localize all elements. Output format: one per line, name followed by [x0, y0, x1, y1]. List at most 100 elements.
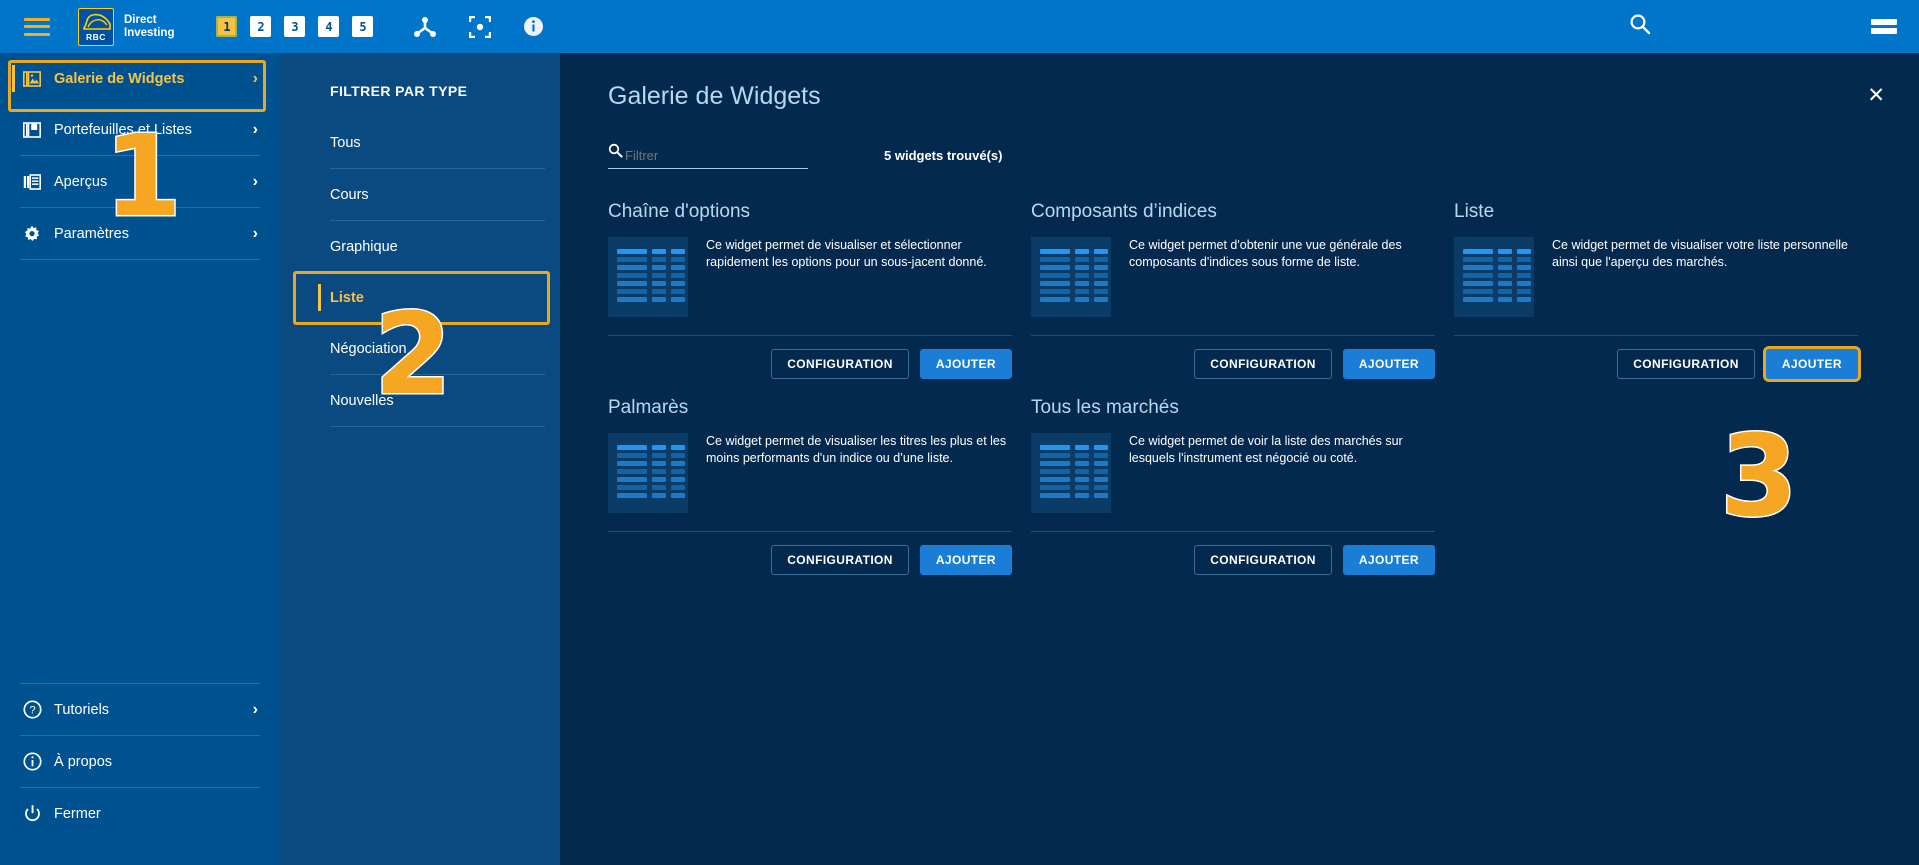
widget-card-description: Ce widget permet de visualiser les titre… — [706, 433, 1012, 513]
configure-button[interactable]: CONFIGURATION — [1194, 349, 1332, 379]
info-circle-icon — [20, 752, 44, 771]
sidebar-item-label: Aperçus — [54, 174, 107, 190]
widget-card-title: Composants d’indices — [1031, 201, 1435, 223]
widget-card-body: Ce widget permet de visualiser votre lis… — [1454, 237, 1858, 317]
filter-search-box[interactable] — [608, 141, 808, 169]
top-bar-right — [1629, 13, 1919, 40]
filter-item-label: Nouvelles — [330, 393, 394, 409]
widget-card-actions: CONFIGURATION AJOUTER — [1031, 531, 1435, 575]
focus-target-icon[interactable] — [469, 16, 491, 38]
add-button[interactable]: AJOUTER — [920, 545, 1012, 575]
widget-card-grid: Chaîne d'options Ce widget permet de vis… — [608, 201, 1878, 593]
search-icon[interactable] — [1629, 13, 1651, 40]
widget-card: Chaîne d'options Ce widget permet de vis… — [608, 201, 1012, 379]
chevron-right-icon: › — [253, 701, 258, 719]
list-table-thumbnail — [608, 433, 688, 513]
filter-item-label: Négociation — [330, 341, 407, 357]
configure-button[interactable]: CONFIGURATION — [771, 349, 909, 379]
filter-item-graphique[interactable]: Graphique — [280, 221, 560, 272]
sidebar-item-portefeuilles-et-listes[interactable]: Portefeuilles et Listes › — [0, 104, 280, 155]
selection-bar — [12, 65, 15, 92]
widget-card-title: Liste — [1454, 201, 1858, 223]
hamburger-bar — [24, 25, 50, 28]
widget-card-actions: CONFIGURATION AJOUTER — [608, 531, 1012, 575]
sidebar-item-apercus[interactable]: Aperçus › — [0, 156, 280, 207]
widget-card-description: Ce widget permet de voir la liste des ma… — [1129, 433, 1435, 513]
add-button[interactable]: AJOUTER — [1343, 349, 1435, 379]
add-button[interactable]: AJOUTER — [920, 349, 1012, 379]
filter-item-nouvelles[interactable]: Nouvelles — [280, 375, 560, 426]
widget-card: Liste Ce widget permet de visualiser vot… — [1454, 201, 1858, 379]
search-input[interactable] — [608, 141, 808, 169]
top-bar: RBC Direct Investing 1 2 3 4 5 — [0, 0, 1919, 53]
add-button[interactable]: AJOUTER — [1343, 545, 1435, 575]
hamburger-bar — [24, 18, 50, 21]
rbc-lion-icon — [82, 12, 112, 32]
widget-card-description: Ce widget permet de visualiser et sélect… — [706, 237, 1012, 317]
search-icon — [608, 143, 623, 163]
portfolio-book-icon — [20, 122, 44, 138]
widget-card-body: Ce widget permet d'obtenir une vue génér… — [1031, 237, 1435, 317]
configure-button[interactable]: CONFIGURATION — [1617, 349, 1755, 379]
brand-line-2: Investing — [124, 27, 174, 40]
gallery-image-icon — [20, 71, 44, 87]
configure-button[interactable]: CONFIGURATION — [1194, 545, 1332, 575]
brand-line-1: Direct — [124, 14, 174, 27]
sidebar-divider — [20, 259, 260, 260]
list-table-thumbnail — [1031, 433, 1111, 513]
results-count: 5 widgets trouvé(s) — [884, 148, 1002, 163]
search-row: 5 widgets trouvé(s) — [608, 141, 1002, 169]
sidebar-item-fermer[interactable]: Fermer — [0, 788, 280, 839]
search-underline — [608, 168, 808, 169]
app-root: RBC Direct Investing 1 2 3 4 5 — [0, 0, 1919, 865]
filter-item-tous[interactable]: Tous — [280, 117, 560, 168]
widget-card: Palmarès Ce widget permet de visualiser … — [608, 397, 1012, 575]
list-table-thumbnail — [1454, 237, 1534, 317]
filter-item-label: Tous — [330, 135, 361, 151]
filter-panel-title: FILTRER PAR TYPE — [280, 53, 560, 99]
workspace-tab-2[interactable]: 2 — [250, 16, 271, 37]
workspace-tab-4[interactable]: 4 — [318, 16, 339, 37]
configure-button[interactable]: CONFIGURATION — [771, 545, 909, 575]
workspace-tab-5[interactable]: 5 — [352, 16, 373, 37]
filter-item-label: Liste — [330, 290, 364, 306]
filter-panel: FILTRER PAR TYPE Tous Cours Graphique Li… — [280, 53, 560, 865]
overview-list-icon — [20, 174, 44, 190]
widget-card-body: Ce widget permet de visualiser les titre… — [608, 433, 1012, 513]
filter-item-cours[interactable]: Cours — [280, 169, 560, 220]
selection-bar — [318, 284, 321, 311]
info-circle-icon[interactable] — [523, 16, 544, 37]
question-circle-icon: ? — [20, 700, 44, 719]
equal-bar — [1871, 19, 1897, 25]
list-table-thumbnail — [1031, 237, 1111, 317]
link-network-icon[interactable] — [413, 16, 437, 38]
left-sidebar: Galerie de Widgets › Portefeuilles et Li… — [0, 53, 280, 865]
widget-card-title: Palmarès — [608, 397, 1012, 419]
filter-item-liste[interactable]: Liste — [280, 272, 560, 323]
filter-item-negociation[interactable]: Négociation — [280, 323, 560, 374]
widget-card-actions: CONFIGURATION AJOUTER — [1454, 335, 1858, 379]
widget-card-description: Ce widget permet de visualiser votre lis… — [1552, 237, 1858, 317]
brand-name: Direct Investing — [124, 14, 174, 40]
widget-card: Composants d’indices Ce widget permet d'… — [1031, 201, 1435, 379]
hamburger-menu-icon[interactable] — [24, 18, 50, 36]
sidebar-item-label: Galerie de Widgets — [54, 71, 184, 87]
workspace-tabs: 1 2 3 4 5 — [216, 16, 373, 37]
rbc-logo[interactable]: RBC — [78, 8, 114, 46]
sidebar-item-a-propos[interactable]: À propos — [0, 736, 280, 787]
sidebar-bottom-group: ? Tutoriels › À propos — [0, 683, 280, 865]
close-x-icon[interactable]: ✕ — [1867, 85, 1885, 106]
svg-text:?: ? — [29, 705, 35, 717]
sidebar-item-label: À propos — [54, 754, 112, 770]
filter-item-label: Graphique — [330, 239, 398, 255]
equal-menu-icon[interactable] — [1871, 19, 1897, 34]
chevron-right-icon: › — [253, 173, 258, 191]
sidebar-item-tutoriels[interactable]: ? Tutoriels › — [0, 684, 280, 735]
workspace-tab-3[interactable]: 3 — [284, 16, 305, 37]
sidebar-item-parametres[interactable]: Paramètres › — [0, 208, 280, 259]
add-button[interactable]: AJOUTER — [1766, 349, 1858, 379]
workspace-tab-1[interactable]: 1 — [216, 16, 237, 37]
sidebar-item-label: Tutoriels — [54, 702, 109, 718]
sidebar-item-galerie-de-widgets[interactable]: Galerie de Widgets › — [0, 53, 280, 104]
widget-card-body: Ce widget permet de visualiser et sélect… — [608, 237, 1012, 317]
